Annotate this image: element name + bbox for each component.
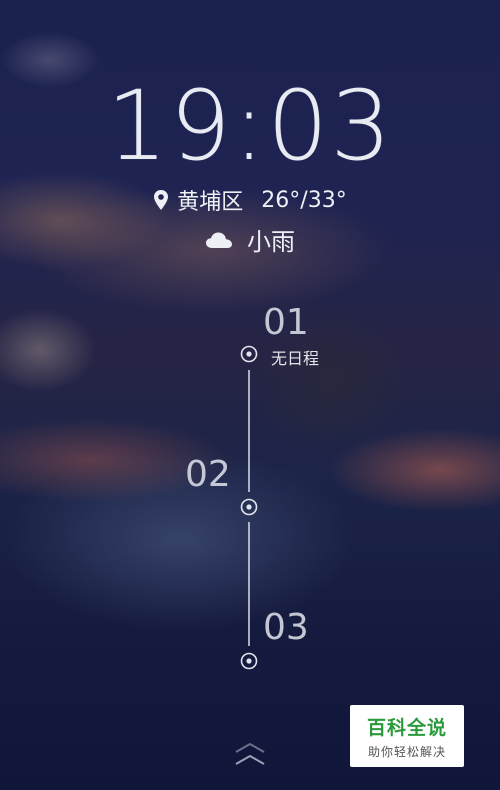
weather-row: 小雨 [0, 222, 500, 257]
watermark-logo: 百科全说 助你轻松解决 [350, 705, 464, 767]
cloud-icon [206, 232, 232, 248]
lock-screen: 19:03 黄埔区 26°/33° 小雨 01 无日程 02 03 百科全说 助… [0, 0, 500, 790]
swipe-up-chevron-icon[interactable] [230, 740, 270, 768]
clock-time: 19:03 [106, 70, 394, 182]
timeline-node-icon [240, 345, 258, 363]
timeline-node-icon [240, 652, 258, 670]
day-number-01[interactable]: 01 [263, 305, 309, 341]
temperature-range: 26°/33° [261, 187, 347, 213]
timeline-node-icon [240, 498, 258, 516]
location-weather-row: 黄埔区 26°/33° [0, 184, 500, 216]
location-pin-icon [154, 190, 169, 210]
weather-condition: 小雨 [247, 228, 295, 256]
timeline-line-upper [248, 370, 250, 492]
watermark-subtitle: 助你轻松解决 [367, 745, 446, 759]
watermark-title: 百科全说 [366, 717, 447, 739]
timeline-line-lower [248, 522, 250, 646]
day-number-03[interactable]: 03 [263, 610, 309, 646]
location-label: 黄埔区 [177, 190, 244, 215]
day-number-02[interactable]: 02 [185, 457, 231, 493]
schedule-status[interactable]: 无日程 [271, 345, 319, 369]
